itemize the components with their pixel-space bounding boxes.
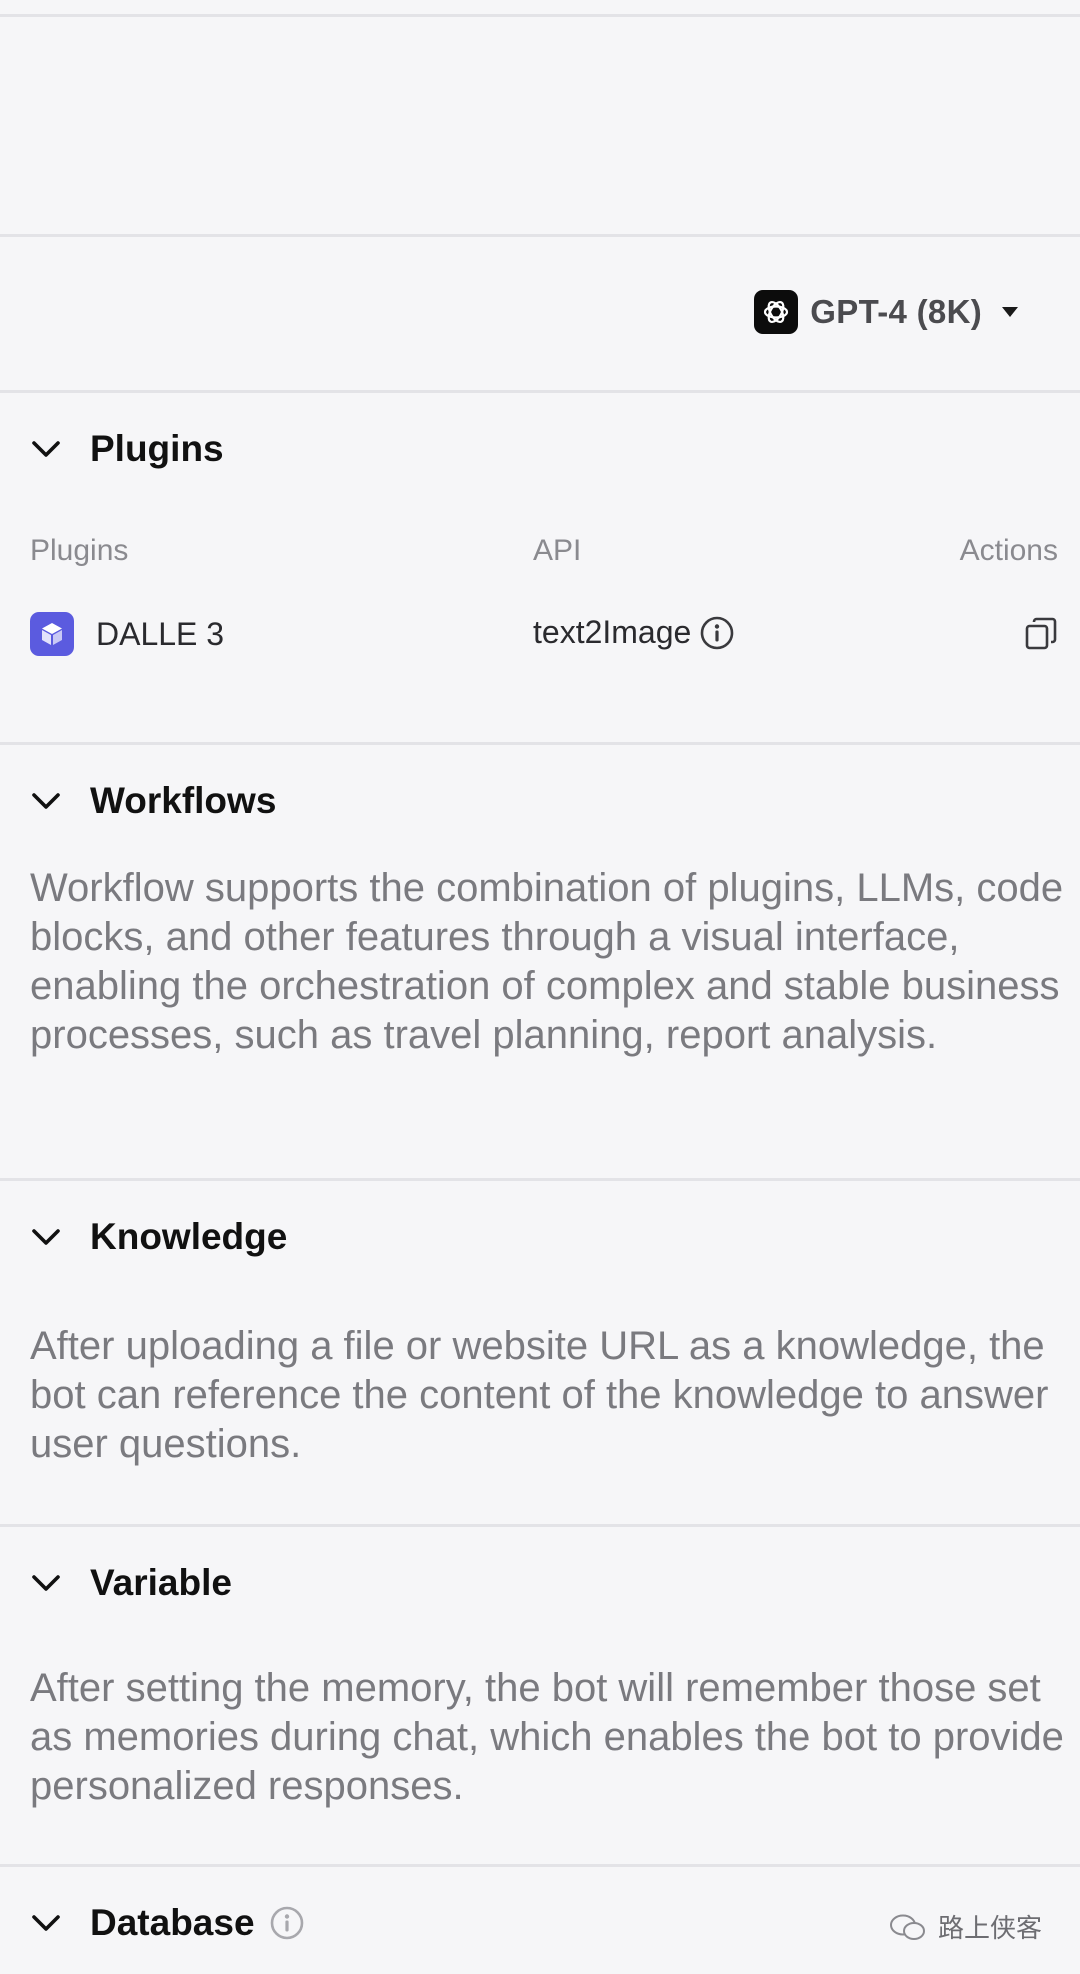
database-section-toggle[interactable]: Database [30,1902,305,1944]
caret-down-icon [1002,307,1018,317]
column-header-api: API [533,534,582,567]
knowledge-description: After uploading a file or website URL as… [30,1324,1049,1466]
column-header-actions: Actions [959,534,1058,567]
chevron-down-icon [32,1575,60,1591]
section-title: Knowledge [90,1216,288,1257]
model-selector[interactable]: GPT-4 (8K) [754,290,1018,334]
workflows-section-toggle[interactable]: Workflows [30,780,276,822]
bot-config-page: GPT-4 (8K) Plugins Plugins API Actions D… [0,0,1080,1974]
plugin-name: DALLE 3 [96,615,225,652]
cube-icon [30,612,74,656]
plugins-section-toggle[interactable]: Plugins [30,428,224,470]
chevron-down-icon [32,1915,60,1931]
section-title: Workflows [90,780,277,821]
workflows-description: Workflow supports the combination of plu… [30,866,1064,1057]
knowledge-section-toggle[interactable]: Knowledge [30,1216,287,1258]
chevron-down-icon [32,441,60,457]
divider [0,1524,1080,1527]
info-icon[interactable] [269,1905,305,1941]
section-title: Variable [90,1562,232,1603]
divider [0,1178,1080,1181]
chevron-down-icon [32,1229,60,1245]
api-cell: text2Image [533,614,735,651]
model-label: GPT-4 (8K) [810,293,982,330]
section-title: Database [90,1902,255,1943]
chevron-down-icon [32,793,60,809]
watermark: 路上侠客 [888,1908,1042,1945]
divider [0,742,1080,745]
wechat-icon [890,1914,925,1940]
divider [0,234,1080,237]
column-header-plugins: Plugins [30,534,129,567]
divider [0,14,1080,17]
watermark-text: 路上侠客 [938,1913,1043,1943]
plugin-row[interactable]: DALLE 3 [30,612,224,656]
openai-logo-icon [754,290,799,334]
copy-icon[interactable] [1023,616,1059,652]
variable-section-toggle[interactable]: Variable [30,1562,232,1604]
variable-description: After setting the memory, the bot will r… [30,1666,1064,1808]
section-title: Plugins [90,428,224,469]
divider [0,1864,1080,1867]
info-icon[interactable] [699,615,735,651]
api-name: text2Image [533,614,692,650]
divider [0,390,1080,393]
